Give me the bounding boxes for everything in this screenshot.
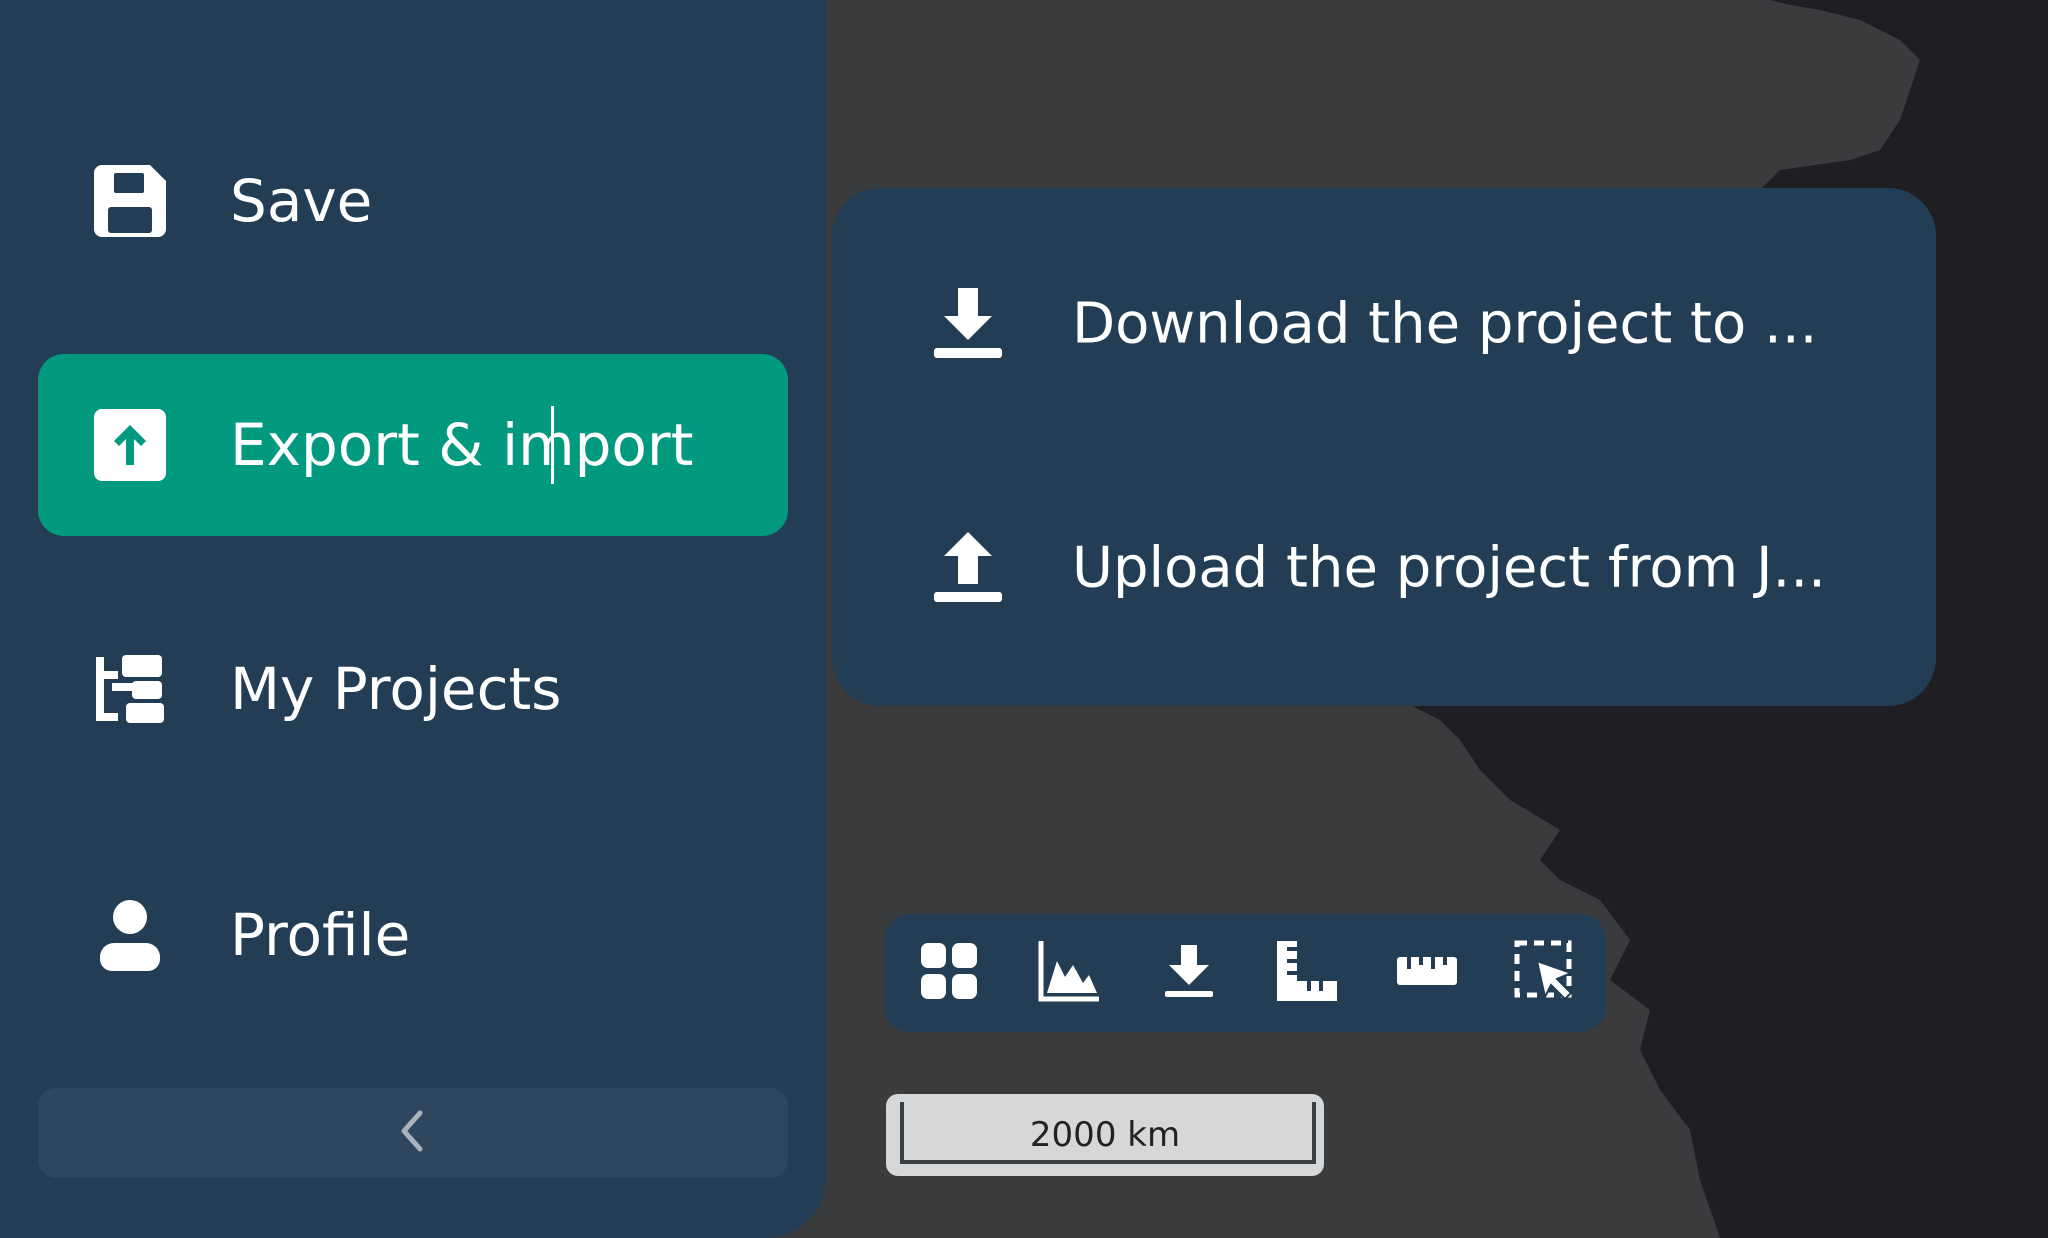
download-tool-button[interactable]	[1154, 938, 1224, 1008]
download-icon	[928, 284, 1008, 364]
ruler-icon	[1395, 951, 1459, 995]
sidebar-item-label: Export & import	[230, 411, 694, 479]
export-import-menu: Download the project to ... Upload the p…	[832, 188, 1936, 706]
sidebar-item-save[interactable]: Save	[38, 110, 788, 292]
upload-project-label: Upload the project from J...	[1072, 535, 1826, 601]
sidebar: Save Export & import My Projects Profile	[0, 0, 826, 1238]
select-cursor-icon	[1513, 939, 1577, 1007]
elevation-tool-button[interactable]	[1034, 938, 1104, 1008]
map-scale-bar: 2000 km	[886, 1094, 1324, 1176]
elevation-chart-icon	[1037, 939, 1101, 1007]
download-project-label: Download the project to ...	[1072, 291, 1818, 357]
upload-project-item[interactable]: Upload the project from J...	[832, 448, 1936, 688]
grid-tool-button[interactable]	[914, 938, 984, 1008]
upload-icon	[928, 528, 1008, 608]
download-icon	[1163, 943, 1215, 1003]
project-tree-icon	[92, 651, 168, 727]
sidebar-item-my-projects[interactable]: My Projects	[38, 598, 788, 780]
ruler-area-icon	[1275, 939, 1339, 1007]
distance-measure-tool-button[interactable]	[1392, 938, 1462, 1008]
user-icon	[92, 897, 168, 973]
floppy-disk-icon	[92, 163, 168, 239]
collapse-sidebar-button[interactable]	[38, 1088, 788, 1178]
app-screen: Save Export & import My Projects Profile…	[0, 0, 2048, 1238]
sidebar-item-label: My Projects	[230, 655, 562, 723]
upload-box-icon	[92, 407, 168, 483]
sidebar-item-label: Save	[230, 167, 373, 235]
map-toolbar	[884, 914, 1606, 1032]
grid-icon	[919, 941, 979, 1005]
chevron-left-icon	[398, 1109, 428, 1157]
sidebar-item-export-import[interactable]: Export & import	[38, 354, 788, 536]
area-measure-tool-button[interactable]	[1272, 938, 1342, 1008]
select-tool-button[interactable]	[1510, 938, 1580, 1008]
download-project-item[interactable]: Download the project to ...	[832, 204, 1936, 444]
sidebar-item-profile[interactable]: Profile	[38, 844, 788, 1026]
sidebar-item-label: Profile	[230, 901, 411, 969]
scale-bar-label: 2000 km	[1029, 1115, 1181, 1155]
text-cursor	[551, 406, 554, 484]
